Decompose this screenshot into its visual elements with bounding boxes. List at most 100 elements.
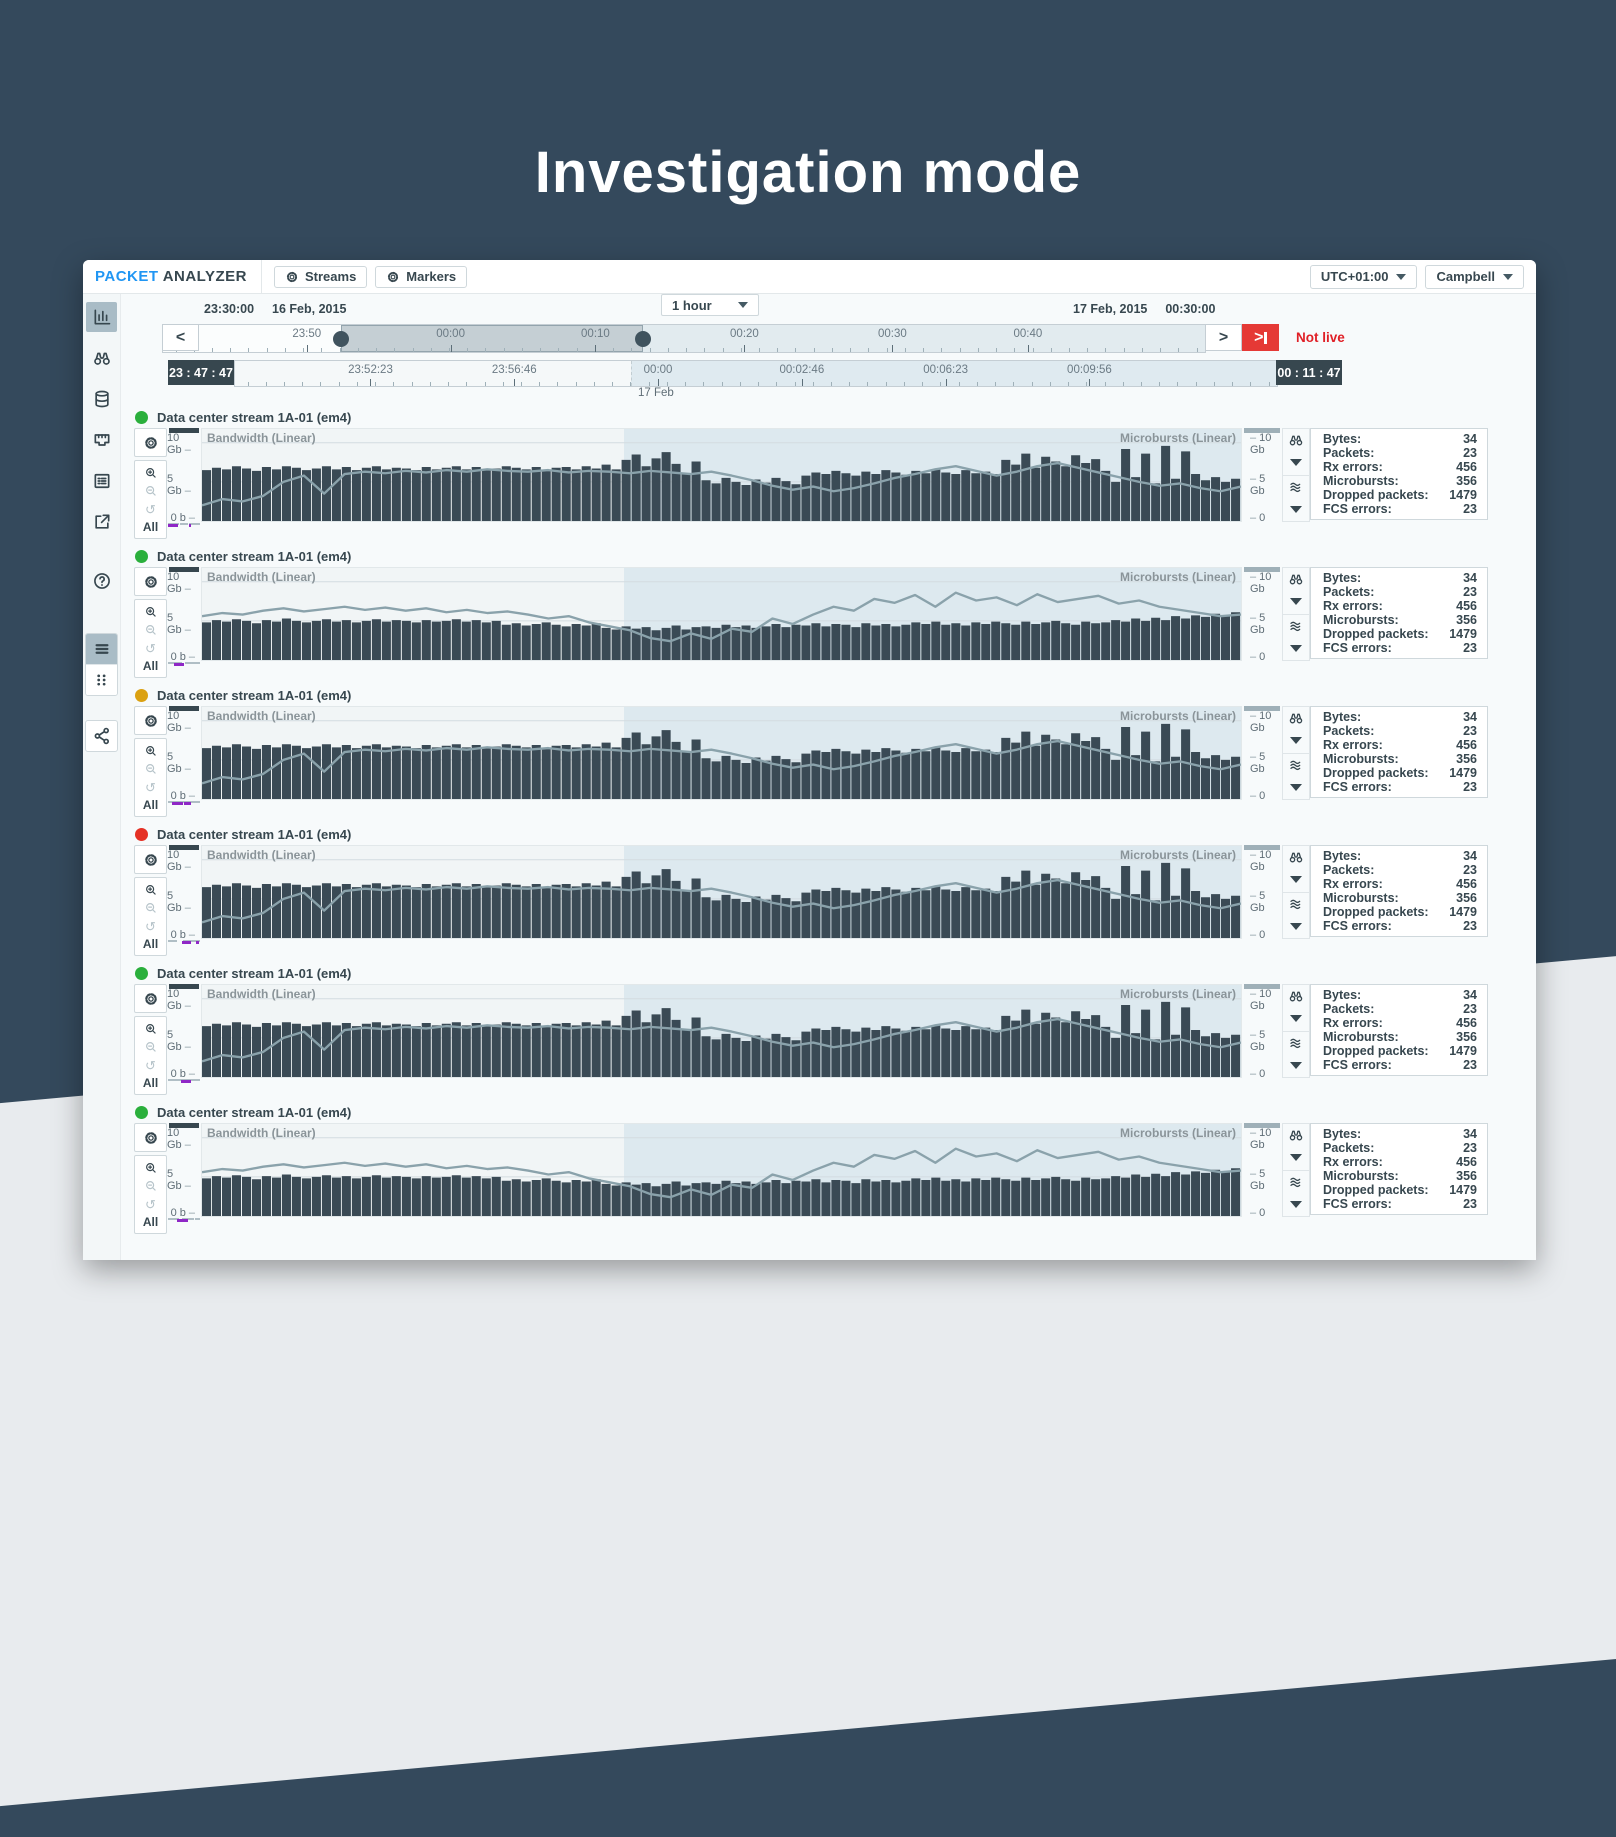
- zoom-in-button[interactable]: [135, 464, 166, 482]
- inspect-button[interactable]: [1283, 985, 1309, 1008]
- collapse-microbursts-button[interactable]: [1283, 1194, 1309, 1217]
- inspect-button[interactable]: [1283, 707, 1309, 730]
- zoom-all-button[interactable]: All: [135, 1074, 166, 1092]
- overview-timeline[interactable]: 23:50 00:00 00:10 00:20 00:30 00:40: [162, 324, 1206, 353]
- stat-line: Bytes: 34: [1323, 1127, 1477, 1141]
- selection-handle-left[interactable]: [333, 330, 350, 347]
- zoom-out-button[interactable]: [135, 899, 166, 917]
- stat-line: FCS errors: 23: [1323, 1057, 1477, 1072]
- reset-zoom-button[interactable]: ↺: [135, 639, 166, 657]
- stream-settings-button[interactable]: [134, 428, 167, 457]
- microbursts-button[interactable]: [1283, 753, 1309, 777]
- stream-settings-button[interactable]: [134, 706, 167, 735]
- bandwidth-chart[interactable]: Bandwidth (Linear) Microbursts (Linear): [201, 706, 1242, 800]
- collapse-bandwidth-button[interactable]: [1283, 1008, 1309, 1031]
- bandwidth-chart[interactable]: Bandwidth (Linear) Microbursts (Linear): [201, 984, 1242, 1078]
- zoom-all-button[interactable]: All: [135, 518, 166, 536]
- collapse-microbursts-button[interactable]: [1283, 638, 1309, 661]
- chart-plot: [202, 442, 1241, 521]
- gear-icon: [143, 1130, 159, 1146]
- sidebar-item-charts[interactable]: [86, 302, 117, 332]
- zoom-all-button[interactable]: All: [135, 796, 166, 814]
- zoom-out-button[interactable]: [135, 1038, 166, 1056]
- page-title: Investigation mode: [534, 139, 1082, 205]
- share-button[interactable]: [85, 720, 118, 752]
- reset-zoom-button[interactable]: ↺: [135, 1195, 166, 1213]
- zoom-in-button[interactable]: [135, 603, 166, 621]
- marker-strip[interactable]: [1488, 1123, 1536, 1217]
- zoom-out-button[interactable]: [135, 760, 166, 778]
- zoom-out-button[interactable]: [135, 482, 166, 500]
- sidebar-item-open[interactable]: [86, 507, 117, 537]
- collapse-microbursts-button[interactable]: [1283, 499, 1309, 522]
- microbursts-button[interactable]: [1283, 1170, 1309, 1194]
- chart-label-bandwidth: Bandwidth (Linear): [207, 987, 316, 1001]
- microbursts-button[interactable]: [1283, 892, 1309, 916]
- time-range-select[interactable]: 1 hour: [661, 294, 759, 316]
- user-dropdown[interactable]: Campbell: [1425, 264, 1524, 289]
- zoom-all-button[interactable]: All: [135, 1213, 166, 1231]
- inspect-button[interactable]: [1283, 429, 1309, 452]
- bandwidth-chart[interactable]: Bandwidth (Linear) Microbursts (Linear): [201, 428, 1242, 522]
- stream-settings-button[interactable]: [134, 1123, 167, 1152]
- bandwidth-chart[interactable]: Bandwidth (Linear) Microbursts (Linear): [201, 567, 1242, 661]
- stream-settings-button[interactable]: [134, 845, 167, 874]
- marker-strip[interactable]: [1488, 428, 1536, 522]
- timeline-prev-button[interactable]: <: [162, 324, 199, 351]
- collapse-microbursts-button[interactable]: [1283, 777, 1309, 800]
- sidebar-item-details[interactable]: [86, 466, 117, 496]
- stream-settings-button[interactable]: [134, 984, 167, 1013]
- timeline-next-button[interactable]: >: [1205, 324, 1242, 351]
- timezone-dropdown[interactable]: UTC+01:00: [1309, 264, 1418, 289]
- reset-zoom-button[interactable]: ↺: [135, 500, 166, 518]
- bandwidth-chart[interactable]: Bandwidth (Linear) Microbursts (Linear): [201, 845, 1242, 939]
- markers-button[interactable]: Markers: [375, 265, 468, 288]
- waves-icon: [1288, 618, 1304, 634]
- collapse-bandwidth-button[interactable]: [1283, 591, 1309, 614]
- zoom-in-button[interactable]: [135, 881, 166, 899]
- bandwidth-chart[interactable]: Bandwidth (Linear) Microbursts (Linear): [201, 1123, 1242, 1217]
- microbursts-button[interactable]: [1283, 614, 1309, 638]
- collapse-bandwidth-button[interactable]: [1283, 730, 1309, 753]
- zoom-in-button[interactable]: [135, 1159, 166, 1177]
- streams-button[interactable]: Streams: [273, 265, 368, 288]
- collapse-bandwidth-button[interactable]: [1283, 452, 1309, 475]
- zoom-out-button[interactable]: [135, 1177, 166, 1195]
- zoom-in-button[interactable]: [135, 1020, 166, 1038]
- marker-strip[interactable]: [1488, 567, 1536, 661]
- view-grid-button[interactable]: [86, 664, 117, 695]
- stream-status-dot: [135, 410, 148, 424]
- sidebar-item-storage[interactable]: [86, 384, 117, 414]
- collapse-bandwidth-button[interactable]: [1283, 869, 1309, 892]
- view-list-button[interactable]: [86, 634, 117, 664]
- collapse-microbursts-button[interactable]: [1283, 1055, 1309, 1078]
- sidebar-item-help[interactable]: [86, 566, 117, 596]
- inspect-button[interactable]: [1283, 568, 1309, 591]
- zoom-out-button[interactable]: [135, 621, 166, 639]
- zoom-all-button[interactable]: All: [135, 935, 166, 953]
- stream-row: Data center stream 1A-01 (em4) ↺ All 10 …: [121, 545, 1536, 679]
- collapse-bandwidth-button[interactable]: [1283, 1147, 1309, 1170]
- detail-timeline[interactable]: 23:52:23 23:56:46 00:00 00:02:46 00:06:23 00:…: [234, 360, 1278, 387]
- annotation-lines: [167, 661, 201, 672]
- reset-zoom-button[interactable]: ↺: [135, 778, 166, 796]
- collapse-microbursts-button[interactable]: [1283, 916, 1309, 939]
- zoom-out-icon: [144, 1040, 158, 1054]
- marker-strip[interactable]: [1488, 706, 1536, 800]
- inspect-button[interactable]: [1283, 846, 1309, 869]
- stream-settings-button[interactable]: [134, 567, 167, 596]
- reset-zoom-button[interactable]: ↺: [135, 917, 166, 935]
- microbursts-button[interactable]: [1283, 475, 1309, 499]
- inspect-button[interactable]: [1283, 1124, 1309, 1147]
- selection-handle-right[interactable]: [635, 330, 652, 347]
- zoom-all-button[interactable]: All: [135, 657, 166, 675]
- sidebar-item-search[interactable]: [86, 343, 117, 373]
- go-live-button[interactable]: >: [1242, 324, 1279, 351]
- reset-zoom-button[interactable]: ↺: [135, 1056, 166, 1074]
- marker-strip[interactable]: [1488, 984, 1536, 1078]
- chart-label-microbursts: Microbursts (Linear): [1119, 848, 1236, 862]
- sidebar-item-interfaces[interactable]: [86, 425, 117, 455]
- zoom-in-button[interactable]: [135, 742, 166, 760]
- marker-strip[interactable]: [1488, 845, 1536, 939]
- microbursts-button[interactable]: [1283, 1031, 1309, 1055]
